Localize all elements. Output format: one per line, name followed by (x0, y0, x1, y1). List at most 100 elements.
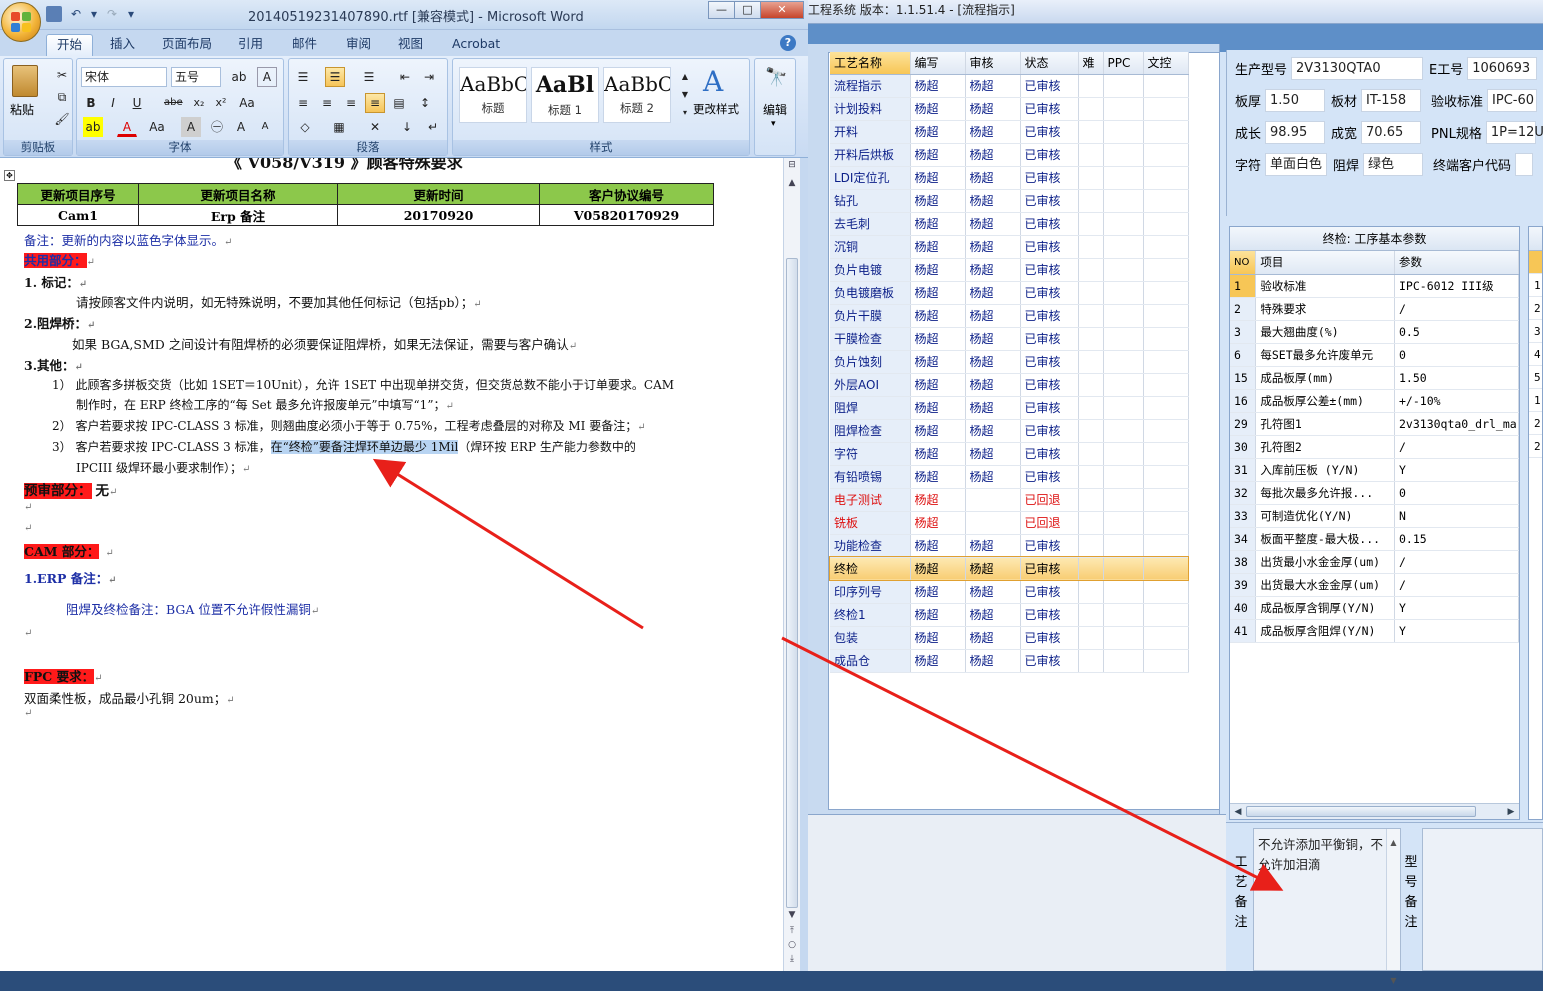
route-cell[interactable] (1103, 235, 1144, 259)
change-case-icon[interactable]: Aa (237, 93, 257, 113)
route-cell[interactable]: 杨超 (965, 465, 1021, 489)
route-cell[interactable]: 流程指示 (830, 74, 911, 98)
route-cell[interactable]: 已审核 (1020, 189, 1079, 213)
route-cell[interactable] (1078, 557, 1104, 581)
route-cell[interactable] (1103, 281, 1144, 305)
numbering-icon[interactable]: ☰ (325, 67, 345, 87)
eno-field[interactable]: 1060693 (1467, 56, 1538, 80)
tab-home[interactable]: 开始 (46, 34, 94, 56)
inspection-cell[interactable]: 每SET最多允许废单元 (1255, 343, 1395, 367)
route-cell[interactable]: 电子测试 (830, 488, 911, 512)
font-color-icon[interactable]: A (117, 117, 137, 137)
route-cell[interactable] (1078, 649, 1104, 673)
route-cell[interactable] (965, 511, 1021, 535)
route-row[interactable]: 功能检查 杨超 杨超 已审核 (830, 534, 1189, 558)
scroll-down-icon[interactable]: ▼ (784, 910, 800, 920)
route-cell[interactable]: 已审核 (1020, 281, 1079, 305)
route-cell[interactable]: 杨超 (910, 373, 966, 397)
route-cell[interactable] (1143, 557, 1189, 581)
route-cell[interactable] (1078, 350, 1104, 374)
length-field[interactable]: 98.95 (1265, 120, 1326, 144)
route-cell[interactable] (1143, 511, 1189, 535)
route-cell[interactable]: 已审核 (1020, 557, 1079, 581)
ruler-toggle-icon[interactable]: ⊟ (784, 160, 800, 170)
route-cell[interactable]: 已审核 (1020, 580, 1079, 604)
inspection-row[interactable]: 1 验收标准 IPC-6012 III级 (1230, 274, 1519, 298)
browse-object-icon[interactable]: ○ (784, 940, 800, 950)
pnl-field[interactable]: 1P=12U (1485, 120, 1543, 144)
inspection-row[interactable]: 3 最大翘曲度(%) 0.5 (1230, 320, 1519, 344)
office-button[interactable] (1, 2, 41, 42)
route-cell[interactable]: 开料 (830, 120, 911, 144)
route-cell[interactable] (1078, 120, 1104, 144)
route-cell[interactable]: 印序列号 (830, 580, 911, 604)
scroll-up-icon[interactable]: ▲ (1387, 833, 1400, 853)
route-row[interactable]: 包装 杨超 杨超 已审核 (830, 626, 1189, 650)
superscript-icon[interactable]: x² (211, 93, 231, 113)
route-cell[interactable]: 已审核 (1020, 442, 1079, 466)
route-cell[interactable] (1143, 488, 1189, 512)
inspection-cell[interactable]: 38 (1230, 550, 1257, 574)
change-styles-icon[interactable]: A (703, 65, 723, 98)
inspection-cell[interactable]: 特殊要求 (1255, 297, 1395, 321)
font-name-select[interactable]: 宋体 (81, 67, 167, 87)
inspection-cell[interactable]: 0.5 (1394, 320, 1519, 344)
enclose-char-icon[interactable]: ㊀ (207, 117, 227, 137)
route-cell[interactable]: 杨超 (910, 465, 966, 489)
route-row[interactable]: 开料后烘板 杨超 杨超 已审核 (830, 143, 1189, 167)
inspection-cell[interactable]: Y (1394, 596, 1519, 620)
shrink-font-icon[interactable]: A (255, 117, 275, 137)
inspection-cell[interactable]: 6 (1230, 343, 1257, 367)
route-cell[interactable]: 杨超 (965, 603, 1021, 627)
route-col-header[interactable]: 编写 (910, 52, 966, 75)
route-col-header[interactable]: 文控 (1143, 52, 1189, 75)
route-cell[interactable]: 杨超 (965, 120, 1021, 144)
route-cell[interactable] (1078, 143, 1104, 167)
subscript-icon[interactable]: x₂ (189, 93, 209, 113)
route-cell[interactable] (1078, 626, 1104, 650)
inspection-hscrollbar[interactable]: ◀ ▶ (1230, 803, 1519, 819)
route-cell[interactable] (1078, 419, 1104, 443)
soldermask-field[interactable]: 绿色 (1363, 152, 1424, 176)
route-row[interactable]: 去毛刺 杨超 杨超 已审核 (830, 212, 1189, 236)
route-cell[interactable]: 外层AOI (830, 373, 911, 397)
inspection-cell[interactable]: 入库前压板 (Y/N) (1255, 458, 1395, 482)
route-cell[interactable] (1143, 580, 1189, 604)
route-cell[interactable] (1143, 120, 1189, 144)
route-cell[interactable]: 杨超 (910, 603, 966, 627)
document-vscrollbar[interactable]: ⊟ ▲ ▼ ⤒ ○ ⤓ (783, 158, 800, 971)
underline-icon[interactable]: U (127, 93, 147, 113)
route-cell[interactable]: 杨超 (910, 649, 966, 673)
inspection-cell[interactable]: 1 (1230, 274, 1257, 298)
route-row[interactable]: 阻焊检查 杨超 杨超 已审核 (830, 419, 1189, 443)
route-cell[interactable] (1103, 350, 1144, 374)
route-cell[interactable] (1143, 235, 1189, 259)
undo-icon[interactable]: ↶ (68, 6, 84, 22)
char-shading-icon[interactable]: A (181, 117, 201, 137)
route-row[interactable]: 钻孔 杨超 杨超 已审核 (830, 189, 1189, 213)
route-cell[interactable] (1143, 350, 1189, 374)
inspection-row[interactable]: 30 孔符图2/ (1230, 435, 1519, 459)
format-painter-icon[interactable]: 🖌 (52, 109, 72, 129)
route-cell[interactable]: 已审核 (1020, 327, 1079, 351)
bullets-icon[interactable]: ☰ (293, 67, 313, 87)
inspection-cell[interactable]: 31 (1230, 458, 1257, 482)
route-cell[interactable]: 杨超 (910, 143, 966, 167)
undo-dropdown-icon[interactable]: ▾ (90, 6, 98, 22)
route-cell[interactable]: 已审核 (1020, 626, 1079, 650)
material-field[interactable]: IT-158 (1361, 88, 1422, 112)
route-cell[interactable] (1103, 557, 1144, 581)
tab-view[interactable]: 视图 (388, 34, 433, 56)
maximize-button[interactable]: □ (734, 1, 761, 19)
route-cell[interactable]: 杨超 (965, 212, 1021, 236)
route-cell[interactable] (1143, 258, 1189, 282)
route-cell[interactable] (1078, 304, 1104, 328)
route-cell[interactable]: 杨超 (910, 419, 966, 443)
route-cell[interactable]: 已审核 (1020, 534, 1079, 558)
bold-icon[interactable]: B (81, 93, 101, 113)
route-cell[interactable]: 杨超 (910, 235, 966, 259)
inspection-cell[interactable]: +/-10% (1394, 389, 1519, 413)
route-cell[interactable]: 已审核 (1020, 419, 1079, 443)
route-row[interactable]: 铣板 杨超 已回退 (830, 511, 1189, 535)
multilevel-list-icon[interactable]: ☰ (359, 67, 379, 87)
